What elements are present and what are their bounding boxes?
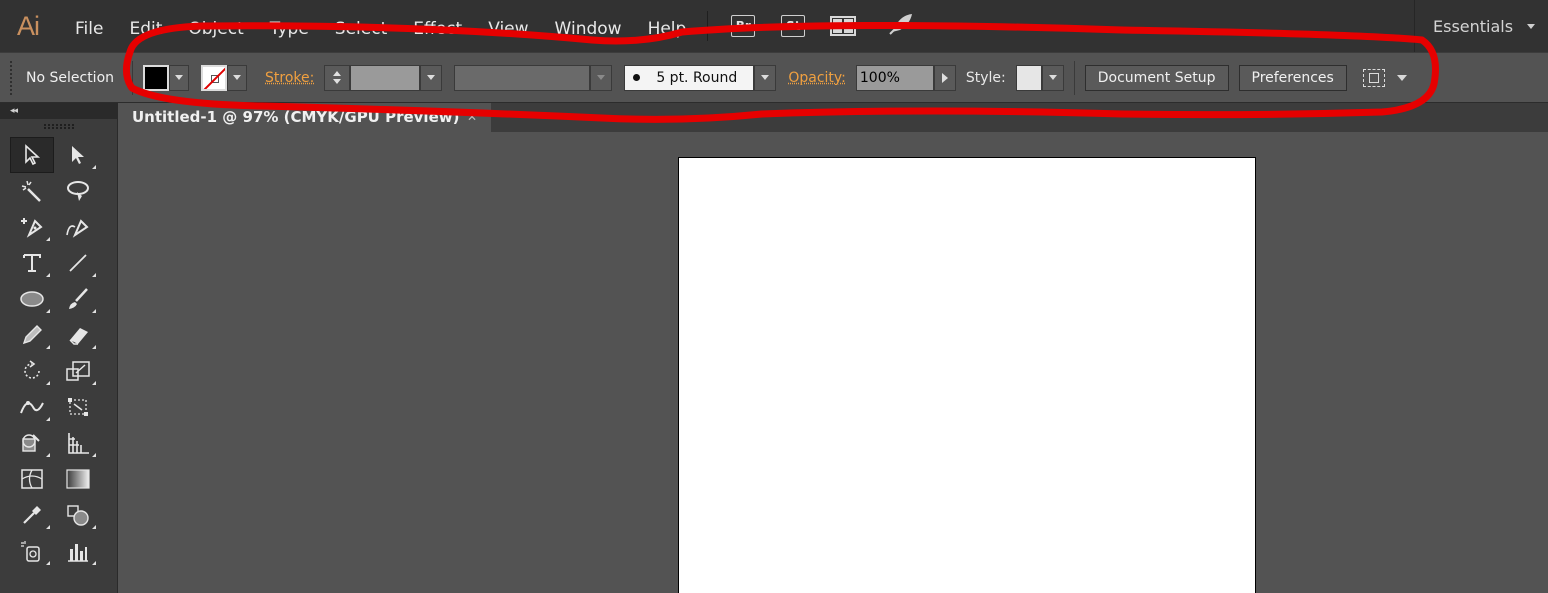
curvature-tool-icon[interactable]: [56, 209, 100, 245]
illustrator-window: Ai File Edit Object Type Select Effect V…: [0, 0, 1548, 593]
menu-edit[interactable]: Edit: [116, 0, 175, 52]
menu-effect[interactable]: Effect: [400, 0, 475, 52]
pen-tool-icon[interactable]: [10, 209, 54, 245]
stroke-none-icon[interactable]: [201, 64, 227, 91]
eyedropper-tool-icon[interactable]: [10, 497, 54, 533]
stroke-weight-stepper[interactable]: [324, 64, 351, 91]
menu-type[interactable]: Type: [257, 0, 322, 52]
collapse-panel-icon[interactable]: ◂◂: [0, 103, 117, 119]
selection-tool-icon[interactable]: [10, 137, 54, 173]
style-dropdown-button[interactable]: [1041, 64, 1064, 91]
menu-select[interactable]: Select: [322, 0, 400, 52]
menu-items: File Edit Object Type Select Effect View…: [56, 0, 699, 52]
control-bar: No Selection Stroke: 5 pt. Round Opacity…: [0, 52, 1548, 103]
paintbrush-tool-icon[interactable]: [56, 281, 100, 317]
symbol-sprayer-tool-icon[interactable]: [10, 533, 54, 569]
control-separator: [132, 60, 133, 95]
tools-panel: ◂◂: [0, 103, 118, 593]
chevron-down-icon: [860, 23, 871, 29]
arrange-documents-button[interactable]: [830, 16, 871, 36]
free-transform-tool-icon[interactable]: [56, 389, 100, 425]
preferences-button[interactable]: Preferences: [1238, 64, 1347, 91]
column-graph-tool-icon[interactable]: [56, 533, 100, 569]
eraser-tool-icon[interactable]: [56, 317, 100, 353]
canvas-area[interactable]: [118, 132, 1548, 593]
tools-panel-grip[interactable]: [0, 119, 117, 133]
perspective-grid-tool-icon[interactable]: [56, 425, 100, 461]
workspace-label: Essentials: [1433, 16, 1514, 36]
workspace-switcher[interactable]: Essentials: [1414, 0, 1548, 52]
mesh-tool-icon[interactable]: [10, 461, 54, 497]
stroke-label[interactable]: Stroke:: [265, 70, 314, 86]
brush-dropdown-button[interactable]: [754, 64, 777, 91]
width-tool-icon[interactable]: [10, 389, 54, 425]
opacity-label[interactable]: Opacity:: [788, 70, 846, 86]
panel-grip[interactable]: [10, 60, 16, 95]
stroke-weight-dropdown-button[interactable]: [420, 64, 443, 91]
style-label: Style:: [965, 69, 1006, 86]
document-tab-title: Untitled-1 @ 97% (CMYK/GPU Preview): [132, 108, 460, 126]
document-tab[interactable]: Untitled-1 @ 97% (CMYK/GPU Preview) ✕: [118, 103, 491, 132]
menu-object[interactable]: Object: [175, 0, 256, 52]
type-tool-icon[interactable]: [10, 245, 54, 281]
stroke-color-dropdown-button[interactable]: [227, 64, 247, 91]
fill-control[interactable]: [143, 64, 189, 91]
brush-dot-icon: [633, 74, 641, 81]
lasso-tool-icon[interactable]: [56, 173, 100, 209]
variable-width-dropdown-button[interactable]: [590, 64, 613, 91]
menu-file[interactable]: File: [62, 0, 116, 52]
rocket-icon[interactable]: [888, 12, 914, 41]
brush-definition-field[interactable]: 5 pt. Round: [624, 64, 755, 91]
fill-swatch-icon[interactable]: [143, 64, 169, 91]
transform-icon[interactable]: [1362, 68, 1385, 87]
app-logo: Ai: [16, 10, 40, 41]
shape-builder-tool-icon[interactable]: [10, 425, 54, 461]
line-segment-tool-icon[interactable]: [56, 245, 100, 281]
control-separator: [1073, 60, 1075, 95]
chevron-down-icon[interactable]: [1396, 74, 1407, 81]
magic-wand-tool-icon[interactable]: [10, 173, 54, 209]
pencil-tool-icon[interactable]: [10, 317, 54, 353]
close-icon[interactable]: ✕: [467, 110, 477, 124]
opacity-slider-button[interactable]: [933, 64, 956, 91]
variable-width-profile-field[interactable]: [454, 64, 591, 91]
ellipse-tool-icon[interactable]: [10, 281, 54, 317]
menu-window[interactable]: Window: [542, 0, 635, 52]
menu-help[interactable]: Help: [635, 0, 700, 52]
fill-dropdown-button[interactable]: [169, 64, 189, 91]
stroke-color-control[interactable]: [201, 64, 247, 91]
direct-selection-tool-icon[interactable]: [56, 137, 100, 173]
tool-grid: [0, 133, 117, 573]
document-setup-button[interactable]: Document Setup: [1084, 64, 1229, 91]
blend-tool-icon[interactable]: [56, 497, 100, 533]
scale-tool-icon[interactable]: [56, 353, 100, 389]
chevron-down-icon: [1527, 23, 1536, 29]
opacity-input[interactable]: 100%: [855, 64, 934, 91]
bridge-button[interactable]: Br: [731, 15, 756, 37]
menu-separator: [707, 11, 709, 41]
stock-button[interactable]: St: [781, 15, 806, 37]
rotate-tool-icon[interactable]: [10, 353, 54, 389]
gradient-tool-icon[interactable]: [56, 461, 100, 497]
graphic-style-swatch[interactable]: [1015, 64, 1042, 91]
stroke-weight-input[interactable]: [350, 64, 421, 91]
artboard[interactable]: [678, 157, 1256, 593]
selection-status: No Selection: [26, 69, 115, 86]
arrange-documents-icon: [830, 16, 857, 36]
brush-definition-value: 5 pt. Round: [656, 69, 738, 86]
menu-view[interactable]: View: [475, 0, 541, 52]
menu-bar: Ai File Edit Object Type Select Effect V…: [0, 0, 1548, 52]
